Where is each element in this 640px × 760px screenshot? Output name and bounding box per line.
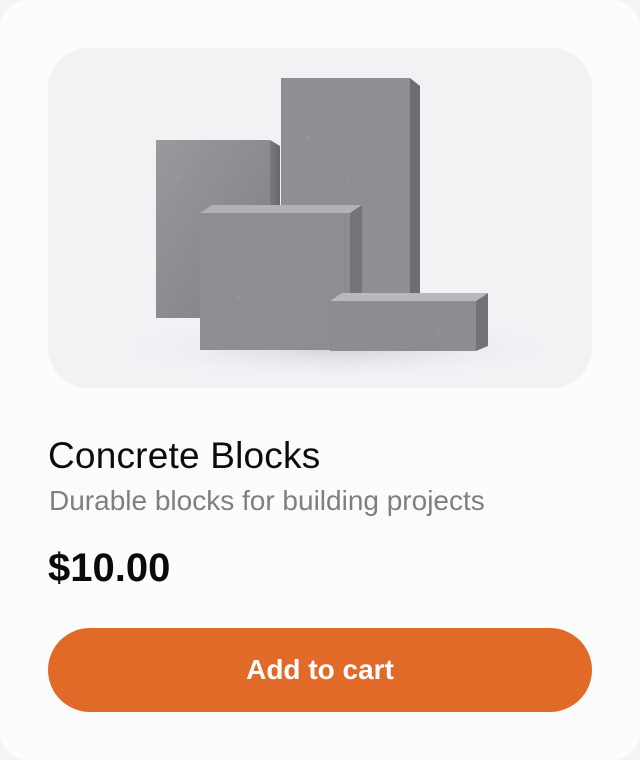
product-price: $10.00 <box>48 546 171 590</box>
product-title: Concrete Blocks <box>48 435 321 476</box>
concrete-blocks-image <box>108 78 568 382</box>
product-image <box>48 48 592 388</box>
add-to-cart-button[interactable]: Add to cart <box>48 628 592 712</box>
product-card: Concrete Blocks Durable blocks for build… <box>0 0 640 760</box>
product-description: Durable blocks for building projects <box>49 485 485 516</box>
